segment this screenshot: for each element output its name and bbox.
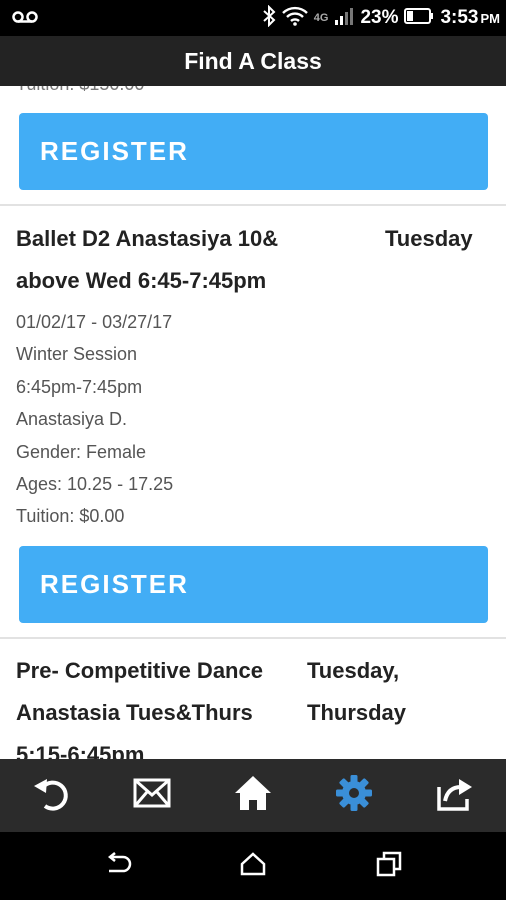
- nav-home-button[interactable]: [236, 850, 270, 882]
- battery-percent: 23%: [360, 7, 399, 28]
- class-dates: 01/02/17 - 03/27/17: [16, 312, 173, 332]
- battery-icon: [404, 7, 434, 30]
- class-gender: Gender: Female: [16, 441, 147, 462]
- wifi-icon: [281, 6, 308, 31]
- settings-button[interactable]: [304, 759, 405, 832]
- mail-button[interactable]: [101, 759, 202, 832]
- status-clock: 3:53 PM: [440, 7, 500, 29]
- home-icon: [240, 851, 266, 881]
- home-icon: [233, 774, 273, 817]
- class-title-line: Anastasia Tues&Thurs: [16, 700, 253, 725]
- bluetooth-icon: [262, 4, 276, 32]
- back-icon: [105, 851, 133, 881]
- class-list[interactable]: Tuition: $150.00 REGISTER Ballet D2 Anas…: [0, 86, 506, 759]
- clock-time: 3:53: [440, 7, 479, 28]
- class-tuition: Tuition: $0.00: [16, 506, 125, 527]
- class-days: Tuesday, Thursday: [307, 650, 406, 734]
- class-title-line: Ballet D2 Anastasiya 10&: [16, 226, 279, 251]
- class-ages: Ages: 10.25 - 17.25: [16, 473, 174, 494]
- class-instructor: Anastasiya D.: [16, 409, 128, 430]
- network-type-label: 4G: [313, 12, 329, 24]
- class-tuition: Tuition: $150.00: [16, 86, 144, 95]
- page-title: Find A Class: [0, 36, 506, 86]
- voicemail-icon: [12, 10, 38, 29]
- class-title-line: 5:15-6:45pm: [16, 742, 145, 759]
- class-title: Pre- Competitive Dance Anastasia Tues&Th…: [16, 650, 306, 759]
- class-title-line: Pre- Competitive Dance: [16, 658, 263, 683]
- clock-ampm: PM: [480, 11, 501, 26]
- class-day-line: Thursday: [307, 700, 407, 725]
- status-bar: 4G 23% 3:53 PM: [0, 0, 506, 36]
- share-icon: [435, 773, 475, 818]
- undo-button[interactable]: [0, 759, 101, 832]
- divider: [0, 637, 506, 639]
- class-days: Tuesday: [385, 226, 473, 251]
- share-button[interactable]: [405, 759, 506, 832]
- class-session: Winter Session: [16, 344, 138, 365]
- home-button[interactable]: [202, 759, 303, 832]
- nav-back-button[interactable]: [102, 850, 136, 882]
- mail-icon: [133, 778, 171, 813]
- register-button[interactable]: REGISTER: [19, 546, 488, 623]
- nav-recents-button[interactable]: [372, 850, 406, 882]
- class-details: 01/02/17 - 03/27/17 Winter Session 6:45p…: [16, 306, 173, 533]
- system-nav-bar: [0, 832, 506, 900]
- class-title-line: above Wed 6:45-7:45pm: [16, 268, 267, 293]
- class-title: Ballet D2 Anastasiya 10& above Wed 6:45-…: [16, 218, 306, 302]
- bottom-toolbar: [0, 759, 506, 832]
- undo-icon: [31, 773, 71, 818]
- class-day-line: Tuesday,: [307, 658, 400, 683]
- signal-icon: [334, 6, 354, 31]
- class-time: 6:45pm-7:45pm: [16, 376, 143, 397]
- register-button[interactable]: REGISTER: [19, 113, 488, 190]
- recents-icon: [376, 851, 402, 882]
- settings-icon: [334, 773, 374, 818]
- divider: [0, 204, 506, 206]
